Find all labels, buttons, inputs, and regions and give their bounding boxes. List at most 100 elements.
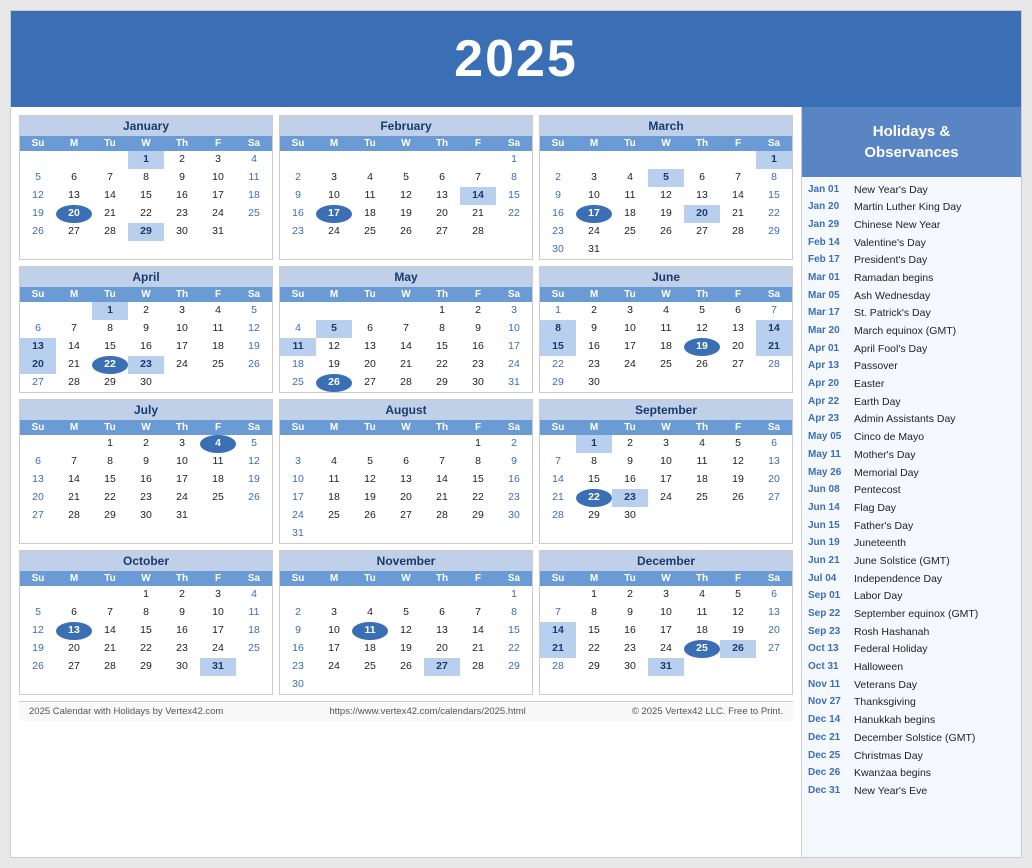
day-header: Tu [92,136,128,151]
holiday-name: Passover [854,359,898,374]
day-header: W [648,287,684,302]
day-cell: 15 [540,338,576,356]
empty-cell [424,435,460,453]
day-cell: 10 [648,604,684,622]
holiday-item: Sep 23Rosh Hashanah [808,623,1015,641]
day-cell: 18 [200,471,236,489]
month-july: JulySuMTuWThFSa1234567891011121314151617… [19,399,273,544]
day-cell: 26 [388,658,424,676]
day-cell: 16 [540,205,576,223]
day-header: Th [164,420,200,435]
holiday-name: Memorial Day [854,466,919,481]
holiday-date: Mar 17 [808,306,848,321]
holiday-date: May 11 [808,448,848,463]
day-header: Th [424,136,460,151]
day-cell: 3 [496,302,532,320]
day-header: Su [540,287,576,302]
day-cell: 4 [200,302,236,320]
day-cell: 9 [612,453,648,471]
day-cell: 16 [496,471,532,489]
day-cell: 7 [388,320,424,338]
day-cell: 20 [684,205,720,223]
holiday-name: Cinco de Mayo [854,430,924,445]
day-cell: 4 [352,604,388,622]
holiday-date: May 05 [808,430,848,445]
month-june: JuneSuMTuWThFSa1234567891011121314151617… [539,266,793,393]
holiday-date: Sep 01 [808,589,848,604]
holiday-name: Earth Day [854,395,901,410]
empty-cell [20,586,56,604]
day-cell: 14 [460,622,496,640]
day-header: Tu [612,287,648,302]
day-header: Tu [92,571,128,586]
day-cell: 3 [648,586,684,604]
day-cell: 2 [164,151,200,169]
day-cell: 21 [56,356,92,374]
day-cell: 18 [684,622,720,640]
day-cell: 13 [352,338,388,356]
day-cell: 29 [92,374,128,392]
holiday-date: Jun 21 [808,554,848,569]
month-title: February [280,116,532,136]
holiday-item: Jan 01New Year's Day [808,181,1015,199]
month-october: OctoberSuMTuWThFSa1234567891011121314151… [19,550,273,695]
day-cell: 8 [424,320,460,338]
holiday-date: Mar 20 [808,324,848,339]
day-header: W [388,287,424,302]
day-cell: 3 [316,604,352,622]
day-cell: 17 [648,471,684,489]
month-title: January [20,116,272,136]
day-cell: 5 [388,604,424,622]
day-cell: 24 [576,223,612,241]
day-cell: 5 [236,435,272,453]
day-cell: 17 [612,338,648,356]
day-cell: 10 [576,187,612,205]
holiday-date: Apr 23 [808,412,848,427]
day-cell: 24 [200,640,236,658]
day-cell: 1 [576,586,612,604]
holiday-item: Mar 01Ramadan begins [808,269,1015,287]
day-cell: 7 [540,604,576,622]
day-cell: 23 [496,489,532,507]
day-cell: 17 [200,187,236,205]
day-cell: 22 [496,205,532,223]
day-cell: 23 [612,489,648,507]
day-cell: 11 [280,338,316,356]
empty-cell [540,586,576,604]
day-header: M [56,571,92,586]
day-cell: 12 [352,471,388,489]
day-cell: 1 [756,151,792,169]
day-cell: 1 [540,302,576,320]
day-header: Th [424,287,460,302]
day-cell: 22 [576,640,612,658]
day-header: Su [540,571,576,586]
day-header: F [460,136,496,151]
day-cell: 11 [316,471,352,489]
day-cell: 12 [388,187,424,205]
day-cell: 3 [200,586,236,604]
day-cell: 11 [648,320,684,338]
day-cell: 4 [648,302,684,320]
day-cell: 27 [388,507,424,525]
holiday-date: Apr 13 [808,359,848,374]
sidebar: Holidays &Observances Jan 01New Year's D… [801,107,1021,857]
day-cell: 2 [540,169,576,187]
holiday-name: March equinox (GMT) [854,324,956,339]
day-cell: 27 [424,223,460,241]
day-cell: 10 [648,453,684,471]
day-cell: 31 [496,374,532,392]
holiday-item: Apr 13 Passover [808,358,1015,376]
day-cell: 4 [612,169,648,187]
day-cell: 23 [128,356,164,374]
day-cell: 15 [92,471,128,489]
sidebar-title: Holidays &Observances [802,107,1021,177]
day-header: W [128,287,164,302]
day-cell: 5 [720,586,756,604]
day-cell: 21 [92,205,128,223]
holiday-date: Dec 25 [808,749,848,764]
day-cell: 28 [460,223,496,241]
day-cell: 5 [236,302,272,320]
days-grid: 1234567891011121314151617181920212223242… [20,302,272,392]
day-cell: 15 [496,187,532,205]
day-header: Tu [92,420,128,435]
